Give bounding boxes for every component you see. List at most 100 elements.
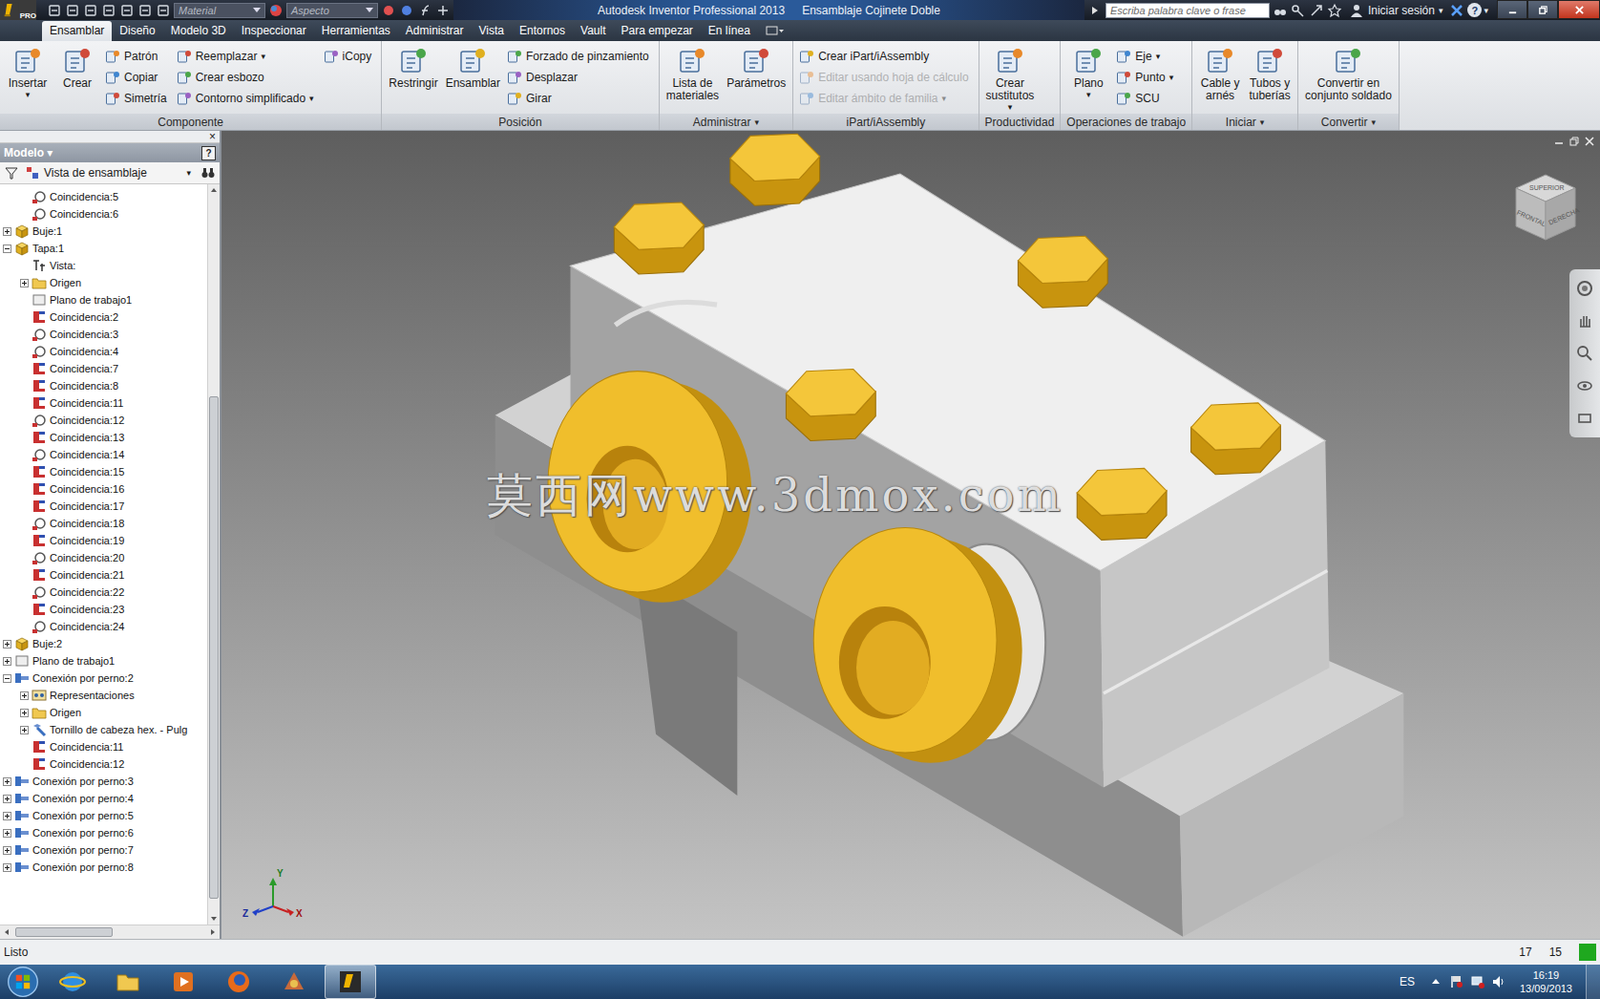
adjust-icon[interactable] <box>399 2 415 19</box>
tree-item[interactable]: Coincidencia:3 <box>0 325 208 343</box>
tree-item[interactable]: Coincidencia:4 <box>0 342 208 360</box>
ribbon-tab[interactable]: Ensamblar <box>42 21 112 42</box>
ribbon-small-button[interactable]: Desplazar <box>506 66 653 88</box>
new-icon[interactable] <box>46 2 63 19</box>
language-indicator[interactable]: ES <box>1399 974 1423 989</box>
help-button[interactable]: ?▾ <box>1467 2 1489 18</box>
expand-toggle[interactable] <box>20 278 29 288</box>
tree-item[interactable]: Coincidencia:12 <box>0 755 208 773</box>
update-icon[interactable] <box>137 2 153 19</box>
tree-item[interactable]: Coincidencia:18 <box>0 514 208 532</box>
clear-override-icon[interactable] <box>380 2 397 19</box>
ribbon-small-button[interactable]: Forzado de pinzamiento <box>506 45 653 67</box>
tree-item[interactable]: Conexión por perno:4 <box>0 789 208 807</box>
taskbar-app[interactable] <box>47 965 98 998</box>
scroll-thumb[interactable] <box>15 926 113 937</box>
tree-item[interactable]: Buje:1 <box>0 222 208 240</box>
expand-arrow-icon[interactable] <box>1087 2 1103 19</box>
ribbon-tab[interactable]: Inspeccionar <box>233 21 315 42</box>
ribbon-large-button[interactable]: Crear <box>53 43 102 91</box>
browser-vertical-scrollbar[interactable] <box>207 184 220 925</box>
graphics-viewport[interactable]: 莫西网www.3dmox.comSUPERIORFRONTALDERECHAYZ… <box>221 130 1600 939</box>
expand-toggle[interactable] <box>2 811 12 821</box>
tree-item[interactable]: Origen <box>0 273 208 292</box>
ribbon-large-button[interactable]: Restringir <box>385 43 441 91</box>
tree-item[interactable]: Representaciones <box>0 686 208 704</box>
restore-button[interactable] <box>1527 0 1558 20</box>
ribbon-tab[interactable]: Herramientas <box>314 21 399 42</box>
action-center-flag-icon[interactable] <box>1449 973 1465 990</box>
bolt-head[interactable] <box>613 202 704 274</box>
ribbon-large-button[interactable]: Crearsustitutos▾ <box>983 43 1038 113</box>
ribbon-panel-title[interactable]: Operaciones de trabajo <box>1060 113 1192 130</box>
ribbon-tab[interactable]: Administrar <box>398 21 472 42</box>
select-icon[interactable] <box>155 2 171 19</box>
tree-item[interactable]: Coincidencia:24 <box>0 617 208 635</box>
tree-item[interactable]: Tornillo de cabeza hex. - Pulg <box>0 720 208 738</box>
ribbon-tab[interactable]: Para empezar <box>612 21 700 42</box>
panel-display-icon[interactable] <box>765 24 785 37</box>
tree-item[interactable]: Conexión por perno:3 <box>0 772 208 790</box>
zoom-icon[interactable] <box>1575 343 1595 363</box>
tree-item[interactable]: Plano de trabajo1 <box>0 291 208 309</box>
taskbar-app[interactable] <box>213 965 264 998</box>
tree-item[interactable]: Coincidencia:17 <box>0 497 208 515</box>
ribbon-small-button[interactable]: Reemplazar▾ <box>176 45 318 67</box>
tree-item[interactable]: Conexión por perno:2 <box>0 669 208 687</box>
bolt-head[interactable] <box>730 133 821 206</box>
sign-in-button[interactable]: Iniciar sesión▾ <box>1345 2 1448 19</box>
ribbon-small-button[interactable]: Eje▾ <box>1115 45 1178 67</box>
tree-item[interactable]: Conexión por perno:5 <box>0 806 208 824</box>
ribbon-small-button[interactable]: Crear esbozo <box>176 66 318 88</box>
redo-icon[interactable] <box>119 2 135 19</box>
tree-item[interactable]: Conexión por perno:6 <box>0 823 208 842</box>
ribbon-large-button[interactable]: Tubos ytuberías <box>1245 43 1294 104</box>
expand-toggle[interactable] <box>2 244 12 253</box>
ribbon-small-button[interactable]: Editar usando hoja de cálculo <box>799 66 972 88</box>
save-icon[interactable] <box>83 2 99 19</box>
bolt-head[interactable] <box>1076 467 1167 540</box>
communication-icon[interactable] <box>1308 2 1325 19</box>
ribbon-small-button[interactable]: iCopy <box>323 45 377 67</box>
material-dropdown[interactable]: Material <box>173 2 266 19</box>
browser-close-button[interactable]: × <box>209 130 220 143</box>
ribbon-large-button[interactable]: Cable yarnés <box>1196 43 1244 104</box>
tree-item[interactable]: Coincidencia:14 <box>0 445 208 464</box>
expand-toggle[interactable] <box>20 708 29 717</box>
ribbon-tab[interactable]: Diseño <box>111 21 163 42</box>
tree-item[interactable]: Coincidencia:20 <box>0 548 208 567</box>
expand-toggle[interactable] <box>2 673 12 683</box>
tree-item[interactable]: Coincidencia:16 <box>0 480 208 498</box>
tree-item[interactable]: Conexión por perno:8 <box>0 858 208 876</box>
ribbon-large-button[interactable]: Plano▾ <box>1064 43 1113 101</box>
ribbon-tab[interactable]: Vault <box>572 21 613 42</box>
tree-item[interactable]: Coincidencia:11 <box>0 737 208 756</box>
pan-hand-icon[interactable] <box>1575 311 1595 331</box>
tree-item[interactable]: Buje:2 <box>0 634 208 653</box>
appearance-dropdown[interactable]: Aspecto <box>286 2 379 19</box>
tree-item[interactable]: Vista: <box>0 256 208 274</box>
ribbon-small-button[interactable]: Punto▾ <box>1115 66 1178 88</box>
ribbon-small-button[interactable]: Crear iPart/iAssembly <box>799 45 972 67</box>
ribbon-small-button[interactable]: Patrón <box>105 45 171 67</box>
ribbon-panel-title[interactable]: Administrar▾ <box>659 113 793 130</box>
function-icon[interactable] <box>417 2 433 19</box>
volume-icon[interactable] <box>1491 973 1507 990</box>
expand-toggle[interactable] <box>2 828 12 838</box>
ribbon-panel-title[interactable]: Iniciar▾ <box>1192 113 1298 130</box>
ribbon-panel-title[interactable]: Convertir▾ <box>1298 113 1399 130</box>
find-binoculars-icon[interactable] <box>200 165 216 181</box>
ribbon-tab[interactable]: Vista <box>471 21 512 42</box>
tree-item[interactable]: Plano de trabajo1 <box>0 652 208 670</box>
ribbon-small-button[interactable]: Simetría <box>105 87 171 109</box>
start-button-icon[interactable] <box>3 964 43 999</box>
ribbon-panel-title[interactable]: Componente <box>0 113 381 130</box>
tree-item[interactable]: Coincidencia:2 <box>0 308 208 326</box>
browser-horizontal-scrollbar[interactable] <box>0 924 220 939</box>
close-button[interactable] <box>1557 0 1600 20</box>
expand-toggle[interactable] <box>2 845 12 855</box>
browser-view-dropdown[interactable]: Vista de ensamblaje▾ <box>24 165 195 181</box>
taskbar-clock[interactable]: 16:1913/09/2013 <box>1512 968 1580 995</box>
expand-toggle[interactable] <box>2 227 12 236</box>
orbit-icon[interactable] <box>1575 376 1595 396</box>
